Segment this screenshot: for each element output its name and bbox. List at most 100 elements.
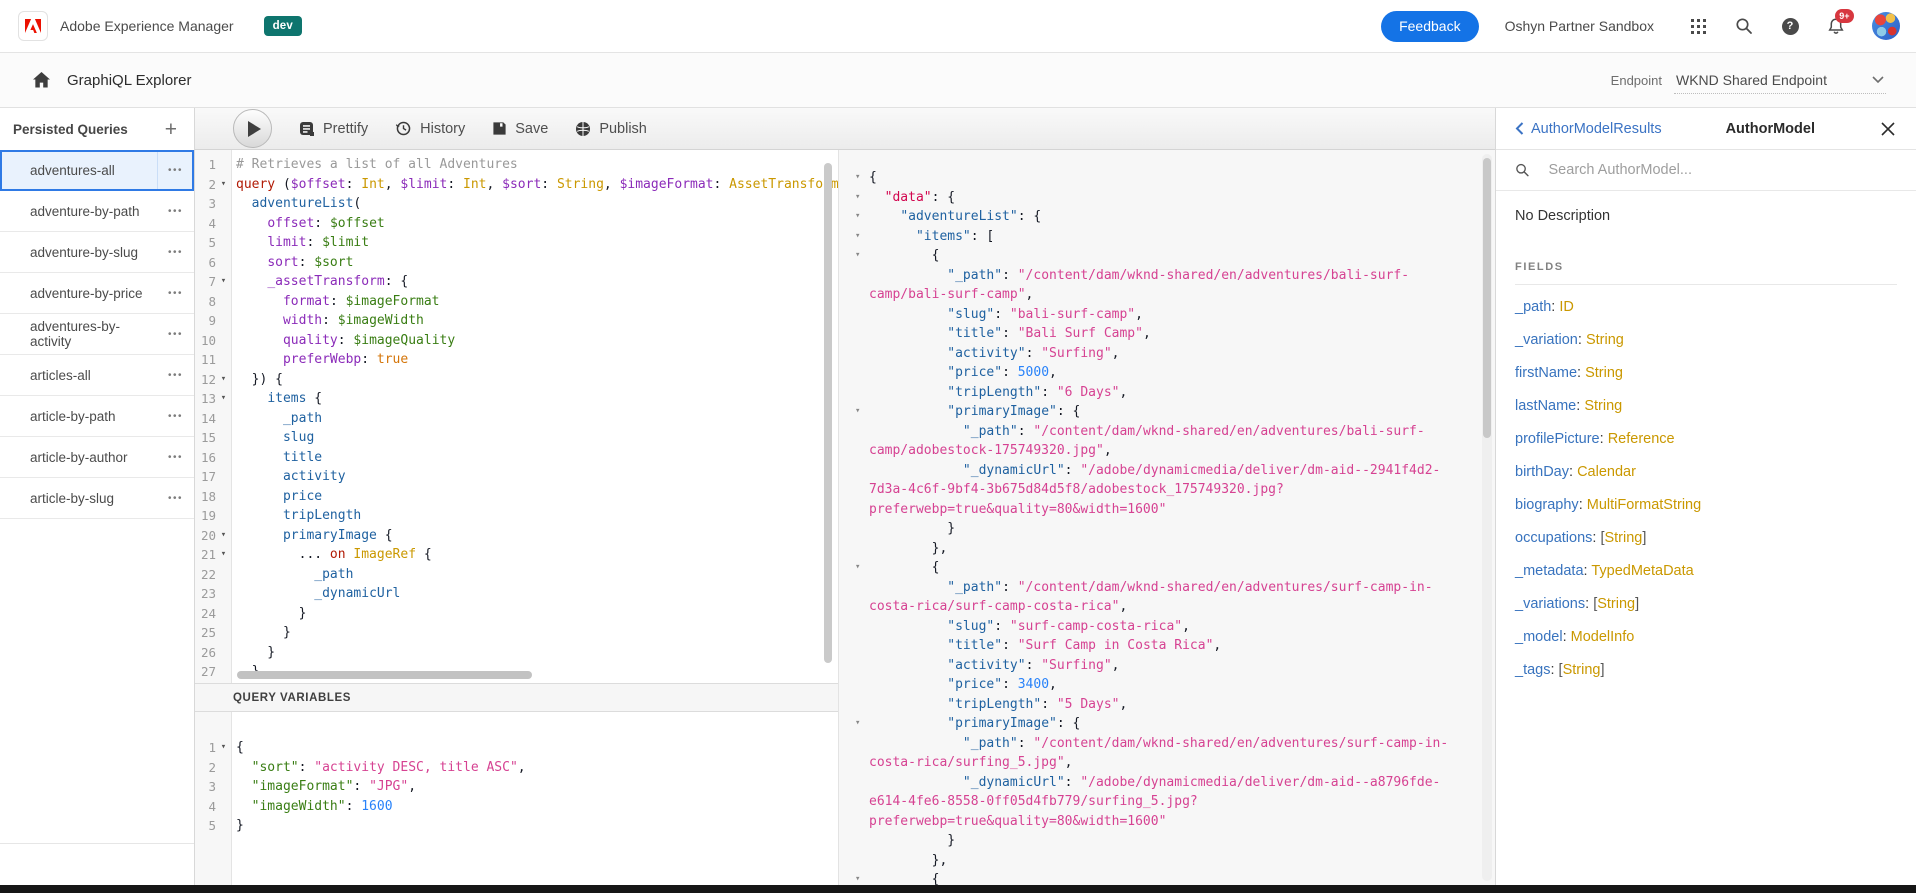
code-token: AssetTransformFormat [729, 176, 838, 192]
user-avatar[interactable] [1872, 12, 1900, 40]
field-type[interactable]: String [1597, 596, 1635, 612]
fold-arrow-icon[interactable]: ▾ [216, 545, 231, 565]
doc-field-_path[interactable]: _path: ID [1515, 291, 1897, 324]
doc-field-firstName[interactable]: firstName: String [1515, 357, 1897, 390]
more-options-button[interactable]: ••• [158, 437, 183, 477]
fold-arrow-icon[interactable]: ▾ [216, 389, 231, 409]
fold-arrow-icon[interactable]: ▾ [216, 370, 231, 390]
fold-arrow-icon[interactable]: ▾ [855, 558, 869, 578]
field-type[interactable]: MultiFormatString [1587, 497, 1701, 513]
fold-arrow-icon[interactable]: ▾ [855, 168, 869, 188]
field-type[interactable]: Calendar [1577, 464, 1636, 480]
app-grid-icon[interactable] [1688, 16, 1708, 36]
field-type[interactable]: TypedMetaData [1591, 563, 1693, 579]
fold-arrow-icon[interactable]: ▾ [216, 272, 231, 292]
result-viewer[interactable]: ▾{▾ "data": {▾ "adventureList": {▾ "item… [838, 150, 1495, 885]
execute-query-button[interactable] [233, 109, 272, 148]
doc-field-_tags[interactable]: _tags: [String] [1515, 654, 1897, 687]
field-type[interactable]: Reference [1608, 431, 1675, 447]
docs-search-input[interactable] [1546, 161, 1897, 179]
field-name[interactable]: occupations [1515, 530, 1592, 546]
doc-field-lastName[interactable]: lastName: String [1515, 390, 1897, 423]
field-type[interactable]: String [1563, 662, 1601, 678]
editor-horizontal-scrollbar-thumb[interactable] [237, 671, 532, 679]
sidebar-item-articles-all[interactable]: articles-all ••• [0, 355, 194, 396]
field-name[interactable]: _model [1515, 629, 1563, 645]
more-options-button[interactable]: ••• [158, 355, 183, 395]
field-name[interactable]: firstName [1515, 365, 1577, 381]
field-name[interactable]: _tags [1515, 662, 1550, 678]
field-type[interactable]: String [1584, 398, 1622, 414]
fold-arrow-icon[interactable]: ▾ [855, 227, 869, 247]
more-options-button[interactable]: ••• [158, 191, 183, 231]
home-icon[interactable] [33, 72, 50, 88]
prettify-button[interactable]: Prettify [299, 121, 368, 137]
more-options-button[interactable]: ••• [156, 152, 183, 189]
doc-field-_metadata[interactable]: _metadata: TypedMetaData [1515, 555, 1897, 588]
sidebar-item-adventures-by-activity[interactable]: adventures-by-activity ••• [0, 314, 194, 355]
fold-arrow-icon[interactable]: ▾ [216, 175, 231, 195]
field-type[interactable]: String [1586, 332, 1624, 348]
editor-vertical-scrollbar-thumb[interactable] [824, 163, 832, 663]
doc-field-birthDay[interactable]: birthDay: Calendar [1515, 456, 1897, 489]
query-variables-titlebar[interactable]: QUERY VARIABLES [195, 683, 838, 712]
query-editor[interactable]: 1 # Retrieves a list of all Adventures 2 ▾ q… [195, 150, 838, 683]
adobe-logo[interactable] [18, 11, 48, 41]
field-type[interactable]: String [1604, 530, 1642, 546]
doc-field-occupations[interactable]: occupations: [String] [1515, 522, 1897, 555]
history-button[interactable]: History [395, 120, 465, 137]
code-token: $sort [314, 254, 354, 270]
variables-editor[interactable]: 1 ▾ {2 "sort": "activity DESC, title ASC",… [195, 712, 838, 885]
search-icon[interactable] [1734, 16, 1754, 36]
field-name[interactable]: birthDay [1515, 464, 1569, 480]
more-options-button[interactable]: ••• [158, 232, 183, 272]
line-number: 3 [208, 779, 216, 794]
publish-button[interactable]: Publish [575, 121, 647, 137]
fold-arrow-icon[interactable]: ▾ [216, 738, 231, 758]
field-name[interactable]: _metadata [1515, 563, 1584, 579]
sidebar-item-adventure-by-slug[interactable]: adventure-by-slug ••• [0, 232, 194, 273]
sidebar-item-adventure-by-path[interactable]: adventure-by-path ••• [0, 191, 194, 232]
result-scrollbar-thumb[interactable] [1483, 158, 1491, 438]
more-options-button[interactable]: ••• [158, 478, 183, 518]
save-button[interactable]: Save [492, 121, 548, 137]
doc-field-_variation[interactable]: _variation: String [1515, 324, 1897, 357]
help-icon[interactable]: ? [1780, 16, 1800, 36]
field-type[interactable]: ID [1559, 299, 1574, 315]
fold-arrow-icon[interactable]: ▾ [855, 714, 869, 734]
field-type[interactable]: ModelInfo [1571, 629, 1635, 645]
code-token: : [1041, 384, 1057, 400]
fold-arrow-icon[interactable]: ▾ [855, 246, 869, 266]
docs-back-link[interactable]: AuthorModelResults [1515, 121, 1662, 137]
fold-arrow-icon[interactable]: ▾ [855, 207, 869, 227]
fold-arrow-icon[interactable]: ▾ [855, 870, 869, 885]
more-options-button[interactable]: ••• [158, 396, 183, 436]
field-name[interactable]: _variation [1515, 332, 1578, 348]
sidebar-item-adventure-by-price[interactable]: adventure-by-price ••• [0, 273, 194, 314]
sidebar-item-adventures-all[interactable]: adventures-all ••• [0, 150, 194, 191]
field-type[interactable]: String [1585, 365, 1623, 381]
fold-arrow-icon[interactable]: ▾ [216, 526, 231, 546]
endpoint-select[interactable]: WKND Shared Endpoint [1674, 67, 1886, 94]
field-name[interactable]: profilePicture [1515, 431, 1600, 447]
sidebar-item-article-by-path[interactable]: article-by-path ••• [0, 396, 194, 437]
doc-field-_model[interactable]: _model: ModelInfo [1515, 621, 1897, 654]
doc-field-_variations[interactable]: _variations: [String] [1515, 588, 1897, 621]
add-query-button[interactable]: + [165, 119, 177, 140]
notifications-icon[interactable]: 9+ [1826, 9, 1854, 36]
field-name[interactable]: _path [1515, 299, 1551, 315]
fold-arrow-icon[interactable]: ▾ [855, 188, 869, 208]
more-options-button[interactable]: ••• [158, 273, 183, 313]
fold-arrow-icon[interactable]: ▾ [855, 402, 869, 422]
doc-field-biography[interactable]: biography: MultiFormatString [1515, 489, 1897, 522]
field-name[interactable]: lastName [1515, 398, 1576, 414]
sidebar-item-article-by-slug[interactable]: article-by-slug ••• [0, 478, 194, 519]
code-text: "imageFormat": "JPG", [231, 777, 416, 797]
docs-close-button[interactable] [1879, 120, 1897, 138]
feedback-button[interactable]: Feedback [1381, 10, 1479, 42]
sidebar-item-article-by-author[interactable]: article-by-author ••• [0, 437, 194, 478]
doc-field-profilePicture[interactable]: profilePicture: Reference [1515, 423, 1897, 456]
more-options-button[interactable]: ••• [158, 314, 183, 354]
field-name[interactable]: biography [1515, 497, 1579, 513]
field-name[interactable]: _variations [1515, 596, 1585, 612]
